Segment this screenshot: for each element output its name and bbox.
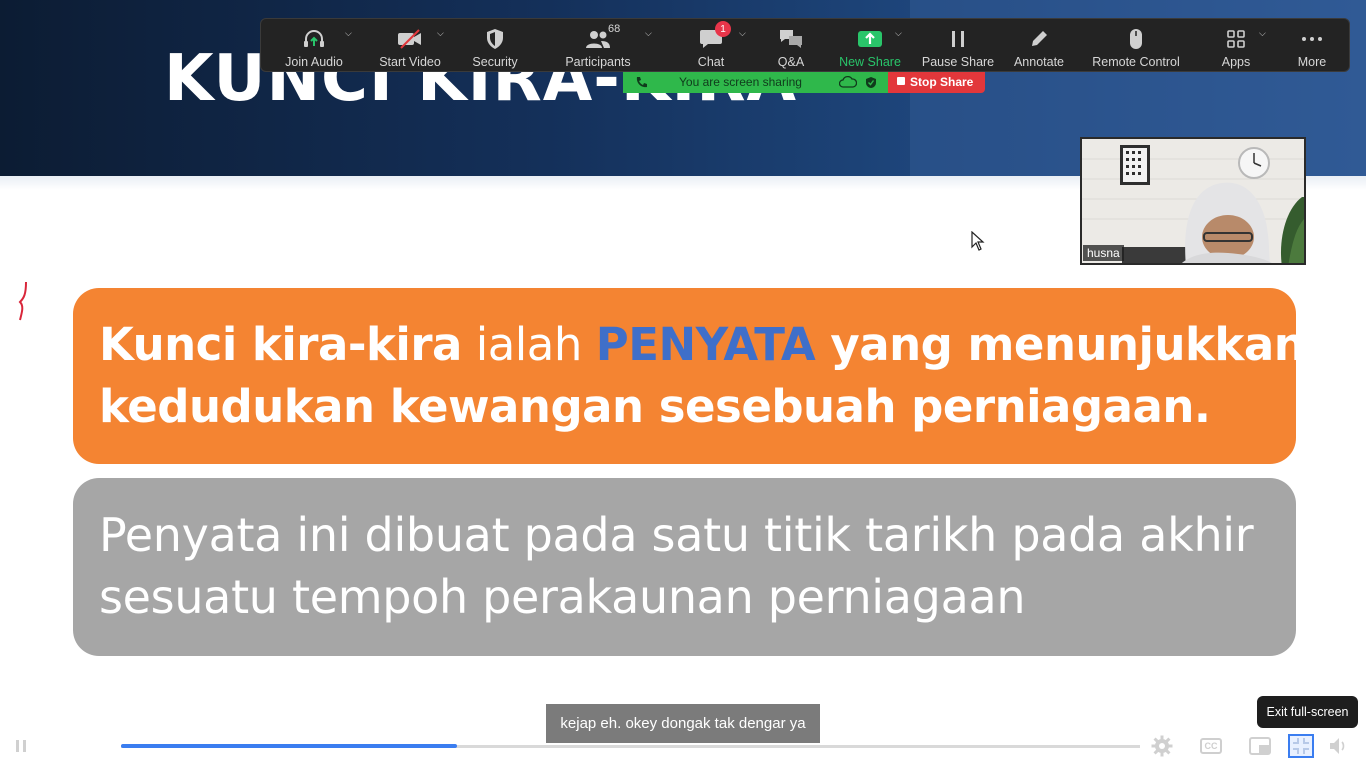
definition-rest: yang menunjukkan <box>815 318 1306 371</box>
apps-icon <box>1222 25 1250 53</box>
mouse-icon <box>1122 25 1150 53</box>
miniplayer-icon <box>1249 737 1271 755</box>
pause-icon <box>944 25 972 53</box>
security-button[interactable]: Security <box>467 19 523 73</box>
share-options-chevron-icon[interactable]: ⌵ <box>895 29 902 39</box>
qa-label: Q&A <box>777 55 805 69</box>
more-icon <box>1298 25 1326 53</box>
captions-button[interactable]: CC <box>1198 734 1224 758</box>
definition-box: Kunci kira-kira ialah PENYATA yang menun… <box>73 288 1306 464</box>
cc-icon: CC <box>1200 738 1222 754</box>
participants-button[interactable]: 68 Participants <box>561 19 635 73</box>
apps-label: Apps <box>1221 55 1251 69</box>
qa-button[interactable]: Q&A <box>773 19 809 73</box>
new-share-label: New Share <box>839 55 901 69</box>
shield-icon <box>481 25 509 53</box>
start-video-button[interactable]: Start Video <box>373 19 447 73</box>
definition-connector: ialah <box>461 318 596 371</box>
phone-icon <box>636 77 647 88</box>
annotate-label: Annotate <box>1013 55 1065 69</box>
join-audio-button[interactable]: Join Audio <box>279 19 349 73</box>
video-off-icon <box>396 25 424 53</box>
apps-button[interactable]: Apps <box>1219 19 1253 73</box>
progress-bar[interactable] <box>121 744 457 748</box>
encryption-shield-icon <box>866 77 876 88</box>
definition-line-2: kedudukan kewangan sesebuah perniagaan. <box>99 380 1211 433</box>
settings-button[interactable] <box>1149 734 1175 758</box>
security-label: Security <box>472 55 518 69</box>
screen: KUNCI KIRA-KIRA Kunci kira-kira ialah PE… <box>0 0 1366 768</box>
gear-icon <box>1151 735 1173 757</box>
stop-square-icon <box>897 77 905 85</box>
new-share-button[interactable]: New Share <box>839 19 901 73</box>
volume-icon <box>1330 738 1345 754</box>
explanation-box: Penyata ini dibuat pada satu titik tarik… <box>73 478 1296 656</box>
video-options-chevron-icon[interactable]: ⌵ <box>437 29 444 39</box>
definition-keyword: PENYATA <box>595 318 816 371</box>
more-label: More <box>1297 55 1327 69</box>
more-button[interactable]: More <box>1295 19 1329 73</box>
chat-options-chevron-icon[interactable]: ⌵ <box>739 29 746 39</box>
explanation-line-1: Penyata ini dibuat pada satu titik tarik… <box>99 508 1254 562</box>
headphones-icon <box>300 25 328 53</box>
mouse-cursor-icon <box>971 231 985 251</box>
qa-icon <box>777 25 805 53</box>
participants-icon: 68 <box>584 23 620 53</box>
explanation-line-2: sesuatu tempoh perakaunan perniagaan <box>99 570 1026 624</box>
chat-icon: 1 <box>697 21 731 53</box>
tooltip-text: Exit full-screen <box>1266 705 1349 719</box>
sharing-status-text: You are screen sharing <box>679 75 802 89</box>
caption-text: kejap eh. okey dongak tak dengar ya <box>560 715 806 732</box>
remote-control-button[interactable]: Remote Control <box>1092 19 1180 73</box>
participant-name-tag: husna <box>1083 245 1124 261</box>
definition-line-1: Kunci kira-kira ialah PENYATA yang menun… <box>99 314 1306 376</box>
left-edge-mark <box>18 281 27 321</box>
pause-button[interactable] <box>8 734 34 758</box>
stop-share-button[interactable]: Stop Share <box>888 72 985 93</box>
sharing-status-bar: You are screen sharing <box>623 72 888 93</box>
chat-unread-badge: 1 <box>715 21 731 37</box>
exit-fullscreen-icon <box>1293 738 1309 754</box>
participant-video[interactable]: husna <box>1080 137 1306 265</box>
meeting-toolbar: Join Audio ⌵ Start Video ⌵ Security 68 P… <box>260 18 1350 72</box>
audio-options-chevron-icon[interactable]: ⌵ <box>345 29 352 39</box>
participants-label: Participants <box>565 55 631 69</box>
pause-share-button[interactable]: Pause Share <box>921 19 995 73</box>
join-audio-label: Join Audio <box>285 55 343 69</box>
miniplayer-button[interactable] <box>1247 734 1273 758</box>
stop-share-label: Stop Share <box>910 75 974 89</box>
chat-label: Chat <box>697 55 725 69</box>
live-caption: kejap eh. okey dongak tak dengar ya <box>546 704 820 743</box>
exit-fullscreen-button[interactable] <box>1288 734 1314 758</box>
apps-options-chevron-icon[interactable]: ⌵ <box>1259 29 1266 39</box>
fullscreen-tooltip: Exit full-screen <box>1257 696 1358 728</box>
definition-term: Kunci kira-kira <box>99 318 462 371</box>
chat-button[interactable]: 1 Chat <box>689 19 733 73</box>
share-arrow-icon <box>856 25 884 53</box>
cloud-icon <box>839 76 857 88</box>
participants-options-chevron-icon[interactable]: ⌵ <box>645 29 652 39</box>
start-video-label: Start Video <box>379 55 441 69</box>
volume-button[interactable] <box>1326 734 1352 758</box>
annotate-button[interactable]: Annotate <box>1013 19 1065 73</box>
pencil-icon <box>1025 25 1053 53</box>
pause-control-icon <box>16 740 26 752</box>
pause-share-label: Pause Share <box>921 55 995 69</box>
participant-count: 68 <box>608 23 621 35</box>
remote-control-label: Remote Control <box>1092 55 1180 69</box>
